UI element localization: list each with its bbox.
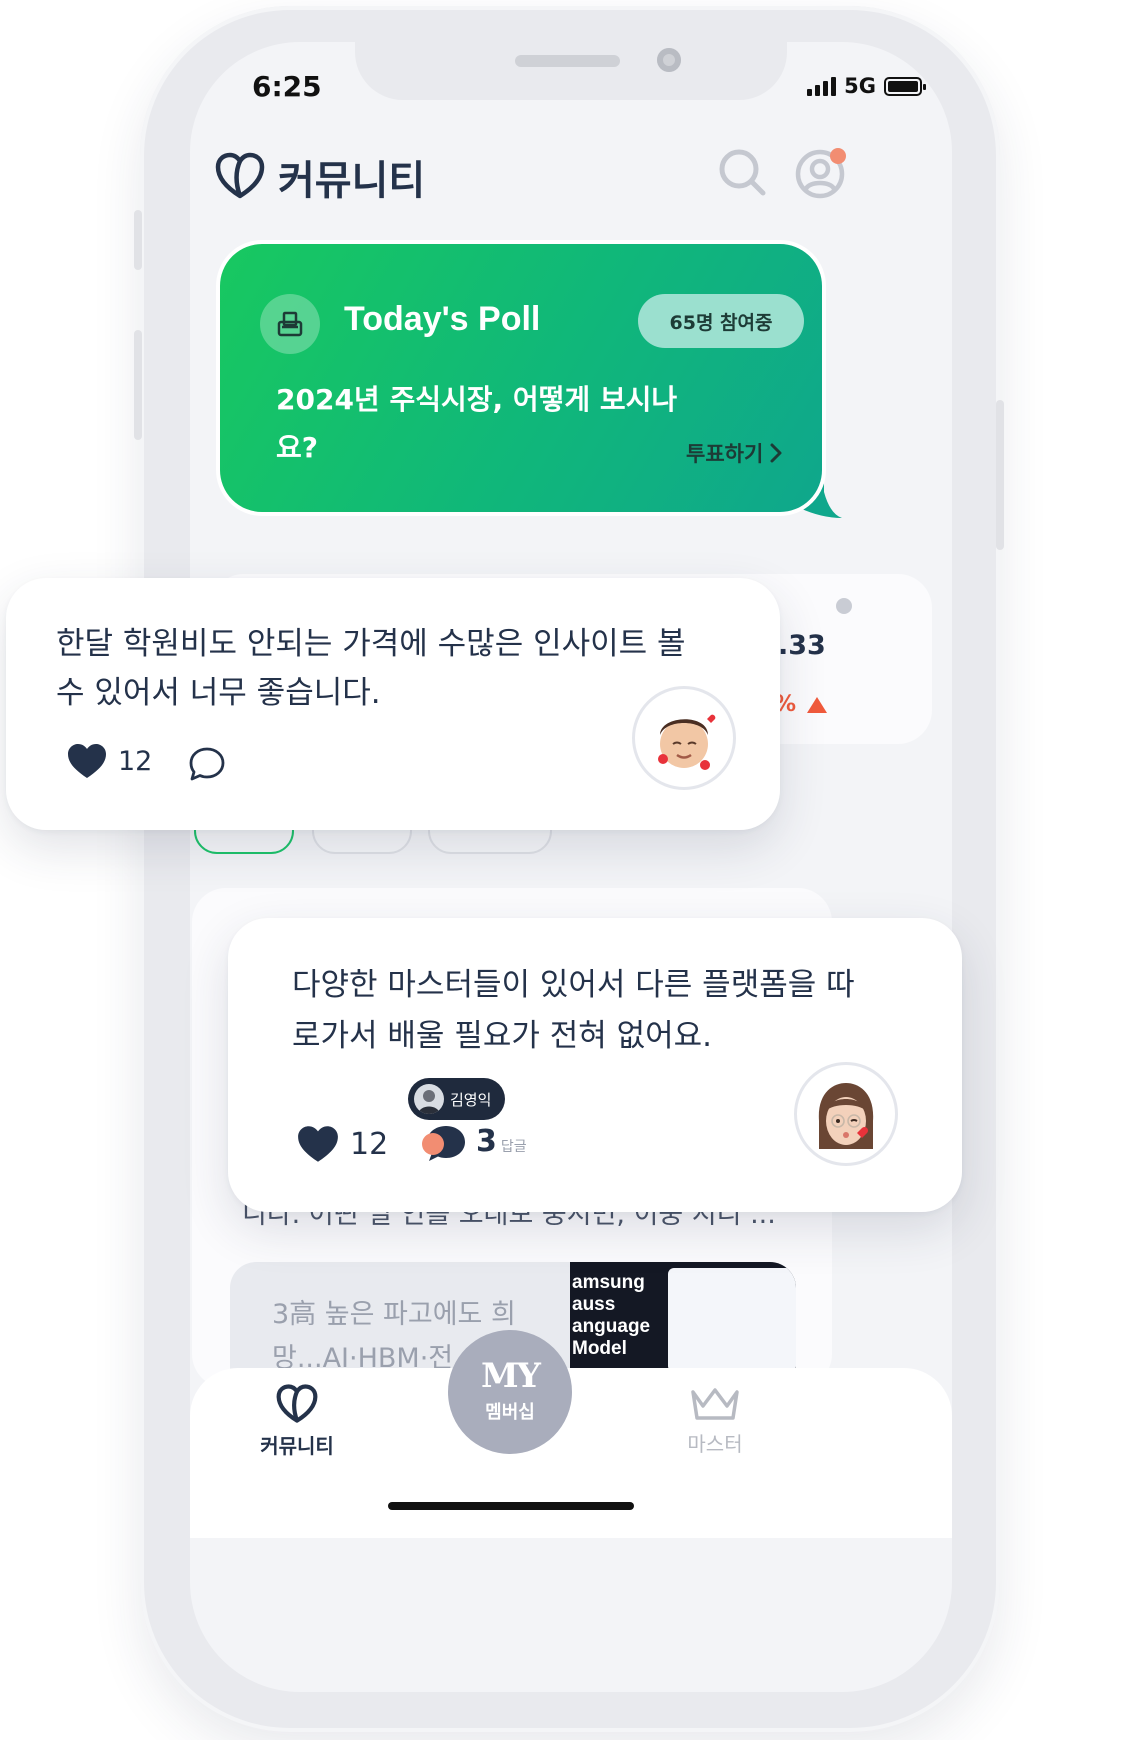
like-count-1: 12: [118, 745, 153, 777]
article-title-line2: 망...AI·HBM·전: [272, 1343, 454, 1372]
membership-button[interactable]: MY 멤버십: [448, 1330, 572, 1454]
page-title: 커뮤니티: [278, 158, 426, 204]
like-button-2[interactable]: 12: [296, 1124, 388, 1164]
community-logo-icon: [215, 152, 265, 199]
heart-icon: [298, 1126, 338, 1162]
battery-icon: [884, 76, 926, 96]
network-label: 5G: [844, 74, 876, 98]
status-time: 6:25: [252, 70, 322, 103]
ticker-value: .33: [778, 630, 826, 661]
profile-button[interactable]: [792, 144, 848, 200]
vote-link[interactable]: 투표하기: [686, 438, 783, 468]
search-icon: [719, 149, 766, 196]
notification-dot: [830, 148, 846, 164]
review-card-1: 한달 학원비도 안되는 가격에 수많은 인사이트 볼 수 있어서 너무 좋습니다…: [6, 578, 780, 830]
phone-power-button: [996, 400, 1004, 550]
app-header: 커뮤니티: [214, 144, 934, 224]
my-badge: MY: [481, 1356, 541, 1396]
status-indicators: 5G: [807, 74, 926, 98]
tab-community-label: 커뮤니티: [260, 1434, 334, 1458]
membership-label: 멤버십: [485, 1402, 535, 1423]
chevron-right-icon: [770, 443, 782, 463]
reply-count-value: 3: [476, 1124, 497, 1159]
heart-icon: [68, 744, 106, 778]
home-indicator: [388, 1502, 634, 1510]
up-triangle-icon: [807, 696, 828, 713]
review-card-2: 다양한 마스터들이 있어서 다른 플랫폼을 따로가서 배울 필요가 전혀 없어요…: [228, 918, 962, 1212]
ticker-change: %: [774, 692, 828, 717]
participants-badge: 65명 참여중: [638, 294, 804, 348]
signal-icon: [807, 76, 837, 96]
crown-icon: [691, 1388, 739, 1420]
reply-author-avatar: [414, 1084, 444, 1114]
review-text-2: 다양한 마스터들이 있어서 다른 플랫폼을 따로가서 배울 필요가 전혀 없어요…: [292, 967, 855, 1054]
poll-question: 2024년 주식시장, 어떻게 보시나요?: [276, 383, 678, 464]
reply-author-name: 김영익: [450, 1090, 492, 1109]
reviewer-avatar-2: [794, 1062, 898, 1166]
reply-author-badge: 김영익: [408, 1078, 506, 1120]
thumbnail-slide: [668, 1268, 796, 1372]
article-thumbnail: amsung auss anguage Model: [570, 1262, 796, 1372]
memoji-man-icon: [658, 714, 716, 770]
front-camera: [657, 48, 681, 72]
ballot-box-icon: [260, 294, 320, 354]
reply-label: 답글: [500, 1139, 527, 1155]
search-button[interactable]: [714, 144, 770, 200]
reply-bubble-icon[interactable]: [416, 1122, 468, 1166]
reviewer-avatar-1: [632, 686, 736, 790]
review-text-1: 한달 학원비도 안되는 가격에 수많은 인사이트 볼 수 있어서 너무 좋습니다…: [56, 626, 686, 711]
like-count-2: 12: [350, 1126, 389, 1162]
tab-master[interactable]: 마스터: [650, 1384, 780, 1457]
phone-volume-button: [134, 330, 142, 440]
vote-label: 투표하기: [686, 442, 764, 466]
pagination-dot: [836, 598, 852, 614]
reply-count[interactable]: 3 답글: [476, 1124, 527, 1159]
tab-community[interactable]: 커뮤니티: [232, 1384, 362, 1459]
poll-title: Today's Poll: [344, 300, 541, 338]
todays-poll-card[interactable]: Today's Poll 65명 참여중 2024년 주식시장, 어떻게 보시나…: [216, 240, 826, 516]
memoji-woman-icon: [818, 1083, 874, 1149]
speaker: [515, 55, 620, 67]
phone-side-button: [134, 210, 142, 270]
like-button-1[interactable]: 12: [66, 742, 152, 780]
tab-master-label: 마스터: [687, 1432, 743, 1456]
app-screen: 6:25 5G 커뮤니티 Today's Poll 65명 참여중 2024년 …: [190, 42, 952, 1692]
article-title-line1: 3高 높은 파고에도 희: [272, 1299, 516, 1330]
notch: [355, 42, 787, 100]
community-tab-icon: [276, 1384, 318, 1423]
comment-icon[interactable]: [188, 746, 226, 782]
